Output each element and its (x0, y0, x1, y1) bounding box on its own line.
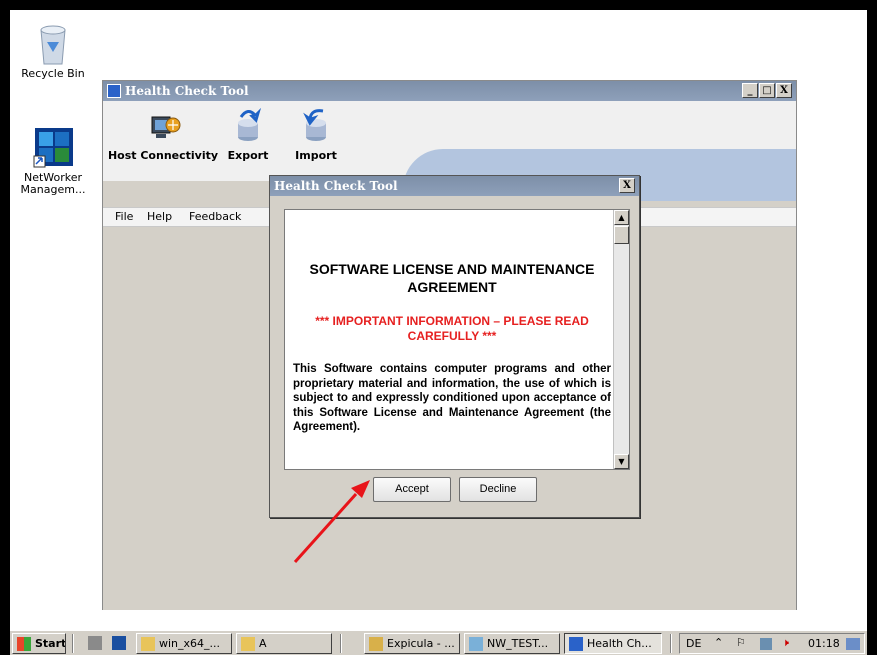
import-label: Import (295, 149, 337, 162)
scroll-down-arrow-icon[interactable]: ▼ (614, 454, 629, 469)
export-label: Export (227, 149, 269, 162)
scrollbar-thumb[interactable] (614, 226, 629, 244)
desktop-icon-recycle-bin[interactable]: Recycle Bin (18, 22, 88, 80)
taskbar-item-label: Health Ch... (587, 637, 652, 650)
menu-file[interactable]: File (115, 210, 133, 223)
taskbar-separator (670, 634, 672, 653)
taskbar-item-nw-test[interactable]: NW_TEST... (464, 633, 560, 654)
desktop: Recycle Bin NetWorker Managem... Health … (10, 10, 867, 630)
taskbar-separator (340, 634, 342, 653)
license-important-notice: *** IMPORTANT INFORMATION – PLEASE READ … (315, 314, 589, 343)
license-scrollbar[interactable]: ▲ ▼ (613, 210, 629, 469)
host-connectivity-icon (144, 107, 182, 145)
license-text-area[interactable]: SOFTWARE LICENSE AND MAINTENANCE AGREEME… (284, 209, 630, 470)
volume-muted-icon[interactable]: 🕨 (782, 636, 789, 650)
menu-help[interactable]: Help (147, 210, 172, 223)
decline-button[interactable]: Decline (459, 477, 537, 502)
show-hidden-icons-icon[interactable]: ⌃ (714, 636, 723, 649)
show-desktop-button[interactable] (846, 638, 860, 650)
document-icon (369, 636, 383, 651)
taskbar-item-health-check[interactable]: Health Ch... (564, 633, 662, 654)
license-body: This Software contains computer programs… (293, 363, 611, 433)
taskbar-item-label: win_x64_... (159, 637, 221, 650)
clock[interactable]: 01:18 (808, 637, 840, 650)
taskbar-item-expicula[interactable]: Expicula - ... (364, 633, 460, 654)
maximize-button[interactable]: □ (759, 83, 775, 98)
taskbar-item-win-x64[interactable]: win_x64_... (136, 633, 232, 654)
network-tray-icon[interactable] (760, 638, 772, 650)
folder-icon (141, 636, 155, 651)
dialog-close-button[interactable]: X (619, 178, 635, 193)
desktop-icon-label: NetWorker Managem... (20, 171, 86, 196)
folder-icon (241, 636, 255, 651)
health-check-app-icon (569, 636, 583, 651)
license-heading: SOFTWARE LICENSE AND MAINTENANCE AGREEME… (309, 261, 595, 295)
taskbar-item-label: Expicula - ... (387, 637, 455, 650)
close-button[interactable]: X (776, 83, 792, 98)
language-indicator[interactable]: DE (686, 637, 701, 650)
system-tray: DE ⌃ ⚐ 🕨 01:18 (679, 633, 865, 654)
app-icon (107, 84, 121, 98)
taskbar-separator (72, 634, 74, 653)
start-button[interactable]: Start (12, 633, 66, 654)
main-window-title: Health Check Tool (125, 84, 249, 98)
export-icon (229, 107, 267, 145)
license-dialog: Health Check Tool X SOFTWARE LICENSE AND… (269, 175, 640, 518)
taskbar-item-label: A (259, 637, 267, 650)
network-icon (469, 636, 483, 651)
minimize-button[interactable]: _ (742, 83, 758, 98)
toolbar: Host Connectivity Export Import (103, 101, 796, 201)
accept-button[interactable]: Accept (373, 477, 451, 502)
dialog-titlebar[interactable]: Health Check Tool X (270, 176, 639, 196)
host-connectivity-label: Host Connectivity (107, 149, 219, 162)
menu-feedback[interactable]: Feedback (189, 210, 241, 223)
taskbar: Start win_x64_... A Expicula - ... NW_TE… (10, 630, 867, 655)
recycle-bin-icon (33, 22, 73, 66)
dialog-title: Health Check Tool (274, 179, 398, 193)
networker-management-icon (33, 126, 73, 170)
scroll-up-arrow-icon[interactable]: ▲ (614, 210, 629, 225)
export-button[interactable]: Export (223, 107, 273, 162)
host-connectivity-button[interactable]: Host Connectivity (107, 107, 219, 162)
flag-icon[interactable]: ⚐ (736, 636, 746, 649)
powershell-icon[interactable] (112, 636, 126, 650)
server-manager-icon[interactable] (88, 636, 102, 650)
taskbar-item-a[interactable]: A (236, 633, 332, 654)
taskbar-item-label: NW_TEST... (487, 637, 549, 650)
start-label: Start (35, 637, 66, 650)
import-icon (297, 107, 335, 145)
windows-logo-icon (17, 636, 31, 651)
main-window-titlebar[interactable]: Health Check Tool _ □ X (103, 81, 796, 101)
desktop-icon-networker[interactable]: NetWorker Managem... (18, 126, 88, 196)
desktop-icon-label: Recycle Bin (21, 67, 85, 80)
import-button[interactable]: Import (291, 107, 341, 162)
